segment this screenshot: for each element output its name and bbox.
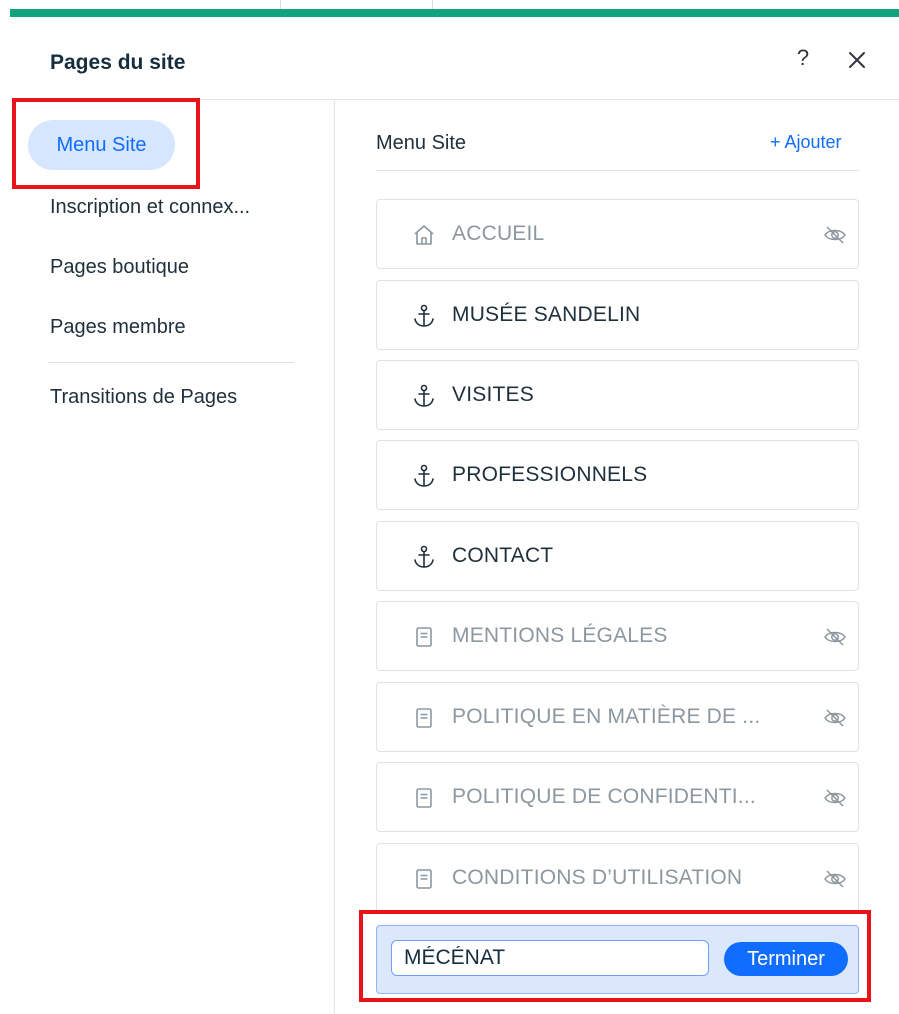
menu-page-item[interactable]: MUSÉE SANDELIN bbox=[376, 280, 859, 350]
menu-page-item[interactable]: POLITIQUE DE CONFIDENTI... bbox=[376, 762, 859, 832]
close-button[interactable] bbox=[842, 45, 872, 75]
menu-page-item[interactable]: CONDITIONS D’UTILISATION bbox=[376, 843, 859, 913]
sidebar-item-member-pages[interactable]: Pages membre bbox=[50, 316, 186, 339]
menu-page-item[interactable]: CONTACT bbox=[376, 521, 859, 591]
menu-page-item[interactable]: POLITIQUE EN MATIÈRE DE ... bbox=[376, 682, 859, 752]
menu-page-label: MUSÉE SANDELIN bbox=[452, 303, 641, 326]
panel-title: Pages du site bbox=[50, 51, 186, 74]
eye-hidden-icon[interactable] bbox=[822, 866, 848, 892]
done-button[interactable]: Terminer bbox=[724, 942, 848, 976]
eye-hidden-icon[interactable] bbox=[822, 624, 848, 650]
menu-page-label: PROFESSIONNELS bbox=[452, 463, 648, 486]
sidebar-item-menu-site[interactable]: Menu Site bbox=[28, 120, 175, 170]
menu-page-item[interactable]: ACCUEIL bbox=[376, 199, 859, 269]
sidebar: Menu Site Inscription et connex... Pages… bbox=[10, 100, 335, 1014]
eye-hidden-icon[interactable] bbox=[822, 705, 848, 731]
page-icon bbox=[416, 708, 432, 728]
menu-title: Menu Site bbox=[376, 132, 467, 154]
page-icon bbox=[416, 788, 432, 808]
menu-page-label: MENTIONS LÉGALES bbox=[452, 624, 668, 647]
menu-page-label: POLITIQUE DE CONFIDENTI... bbox=[452, 785, 756, 808]
menu-page-label: CONTACT bbox=[452, 544, 554, 567]
anchor-icon bbox=[414, 545, 434, 568]
help-button[interactable]: ? bbox=[788, 43, 818, 73]
sidebar-item-store-pages[interactable]: Pages boutique bbox=[50, 256, 189, 279]
menu-page-label: VISITES bbox=[452, 383, 534, 406]
brand-bar bbox=[10, 9, 899, 17]
menu-page-item[interactable]: VISITES bbox=[376, 360, 859, 430]
menu-page-item[interactable]: MENTIONS LÉGALES bbox=[376, 601, 859, 671]
home-icon bbox=[414, 225, 434, 245]
menu-divider bbox=[376, 170, 859, 171]
eye-hidden-icon[interactable] bbox=[822, 222, 848, 248]
sidebar-item-signup-login[interactable]: Inscription et connex... bbox=[50, 196, 250, 219]
sidebar-divider bbox=[48, 362, 294, 363]
page-name-input[interactable] bbox=[391, 940, 709, 976]
menu-page-label: ACCUEIL bbox=[452, 222, 545, 245]
page-icon bbox=[416, 869, 432, 889]
anchor-icon bbox=[414, 304, 434, 327]
anchor-icon bbox=[414, 384, 434, 407]
add-page-button[interactable]: + Ajouter bbox=[770, 132, 842, 153]
panel-header: Pages du site ? bbox=[10, 17, 899, 100]
menu-page-item[interactable]: PROFESSIONNELS bbox=[376, 440, 859, 510]
eye-hidden-icon[interactable] bbox=[822, 785, 848, 811]
sidebar-item-page-transitions[interactable]: Transitions de Pages bbox=[50, 386, 237, 409]
close-icon bbox=[849, 52, 865, 68]
page-icon bbox=[416, 627, 432, 647]
menu-page-label: POLITIQUE EN MATIÈRE DE ... bbox=[452, 705, 761, 728]
rename-page-row: Terminer bbox=[376, 925, 859, 994]
anchor-icon bbox=[414, 464, 434, 487]
menu-panel: Menu Site + Ajouter ACCUEIL MUSÉE SANDEL… bbox=[335, 100, 899, 1014]
menu-page-label: CONDITIONS D’UTILISATION bbox=[452, 866, 743, 889]
